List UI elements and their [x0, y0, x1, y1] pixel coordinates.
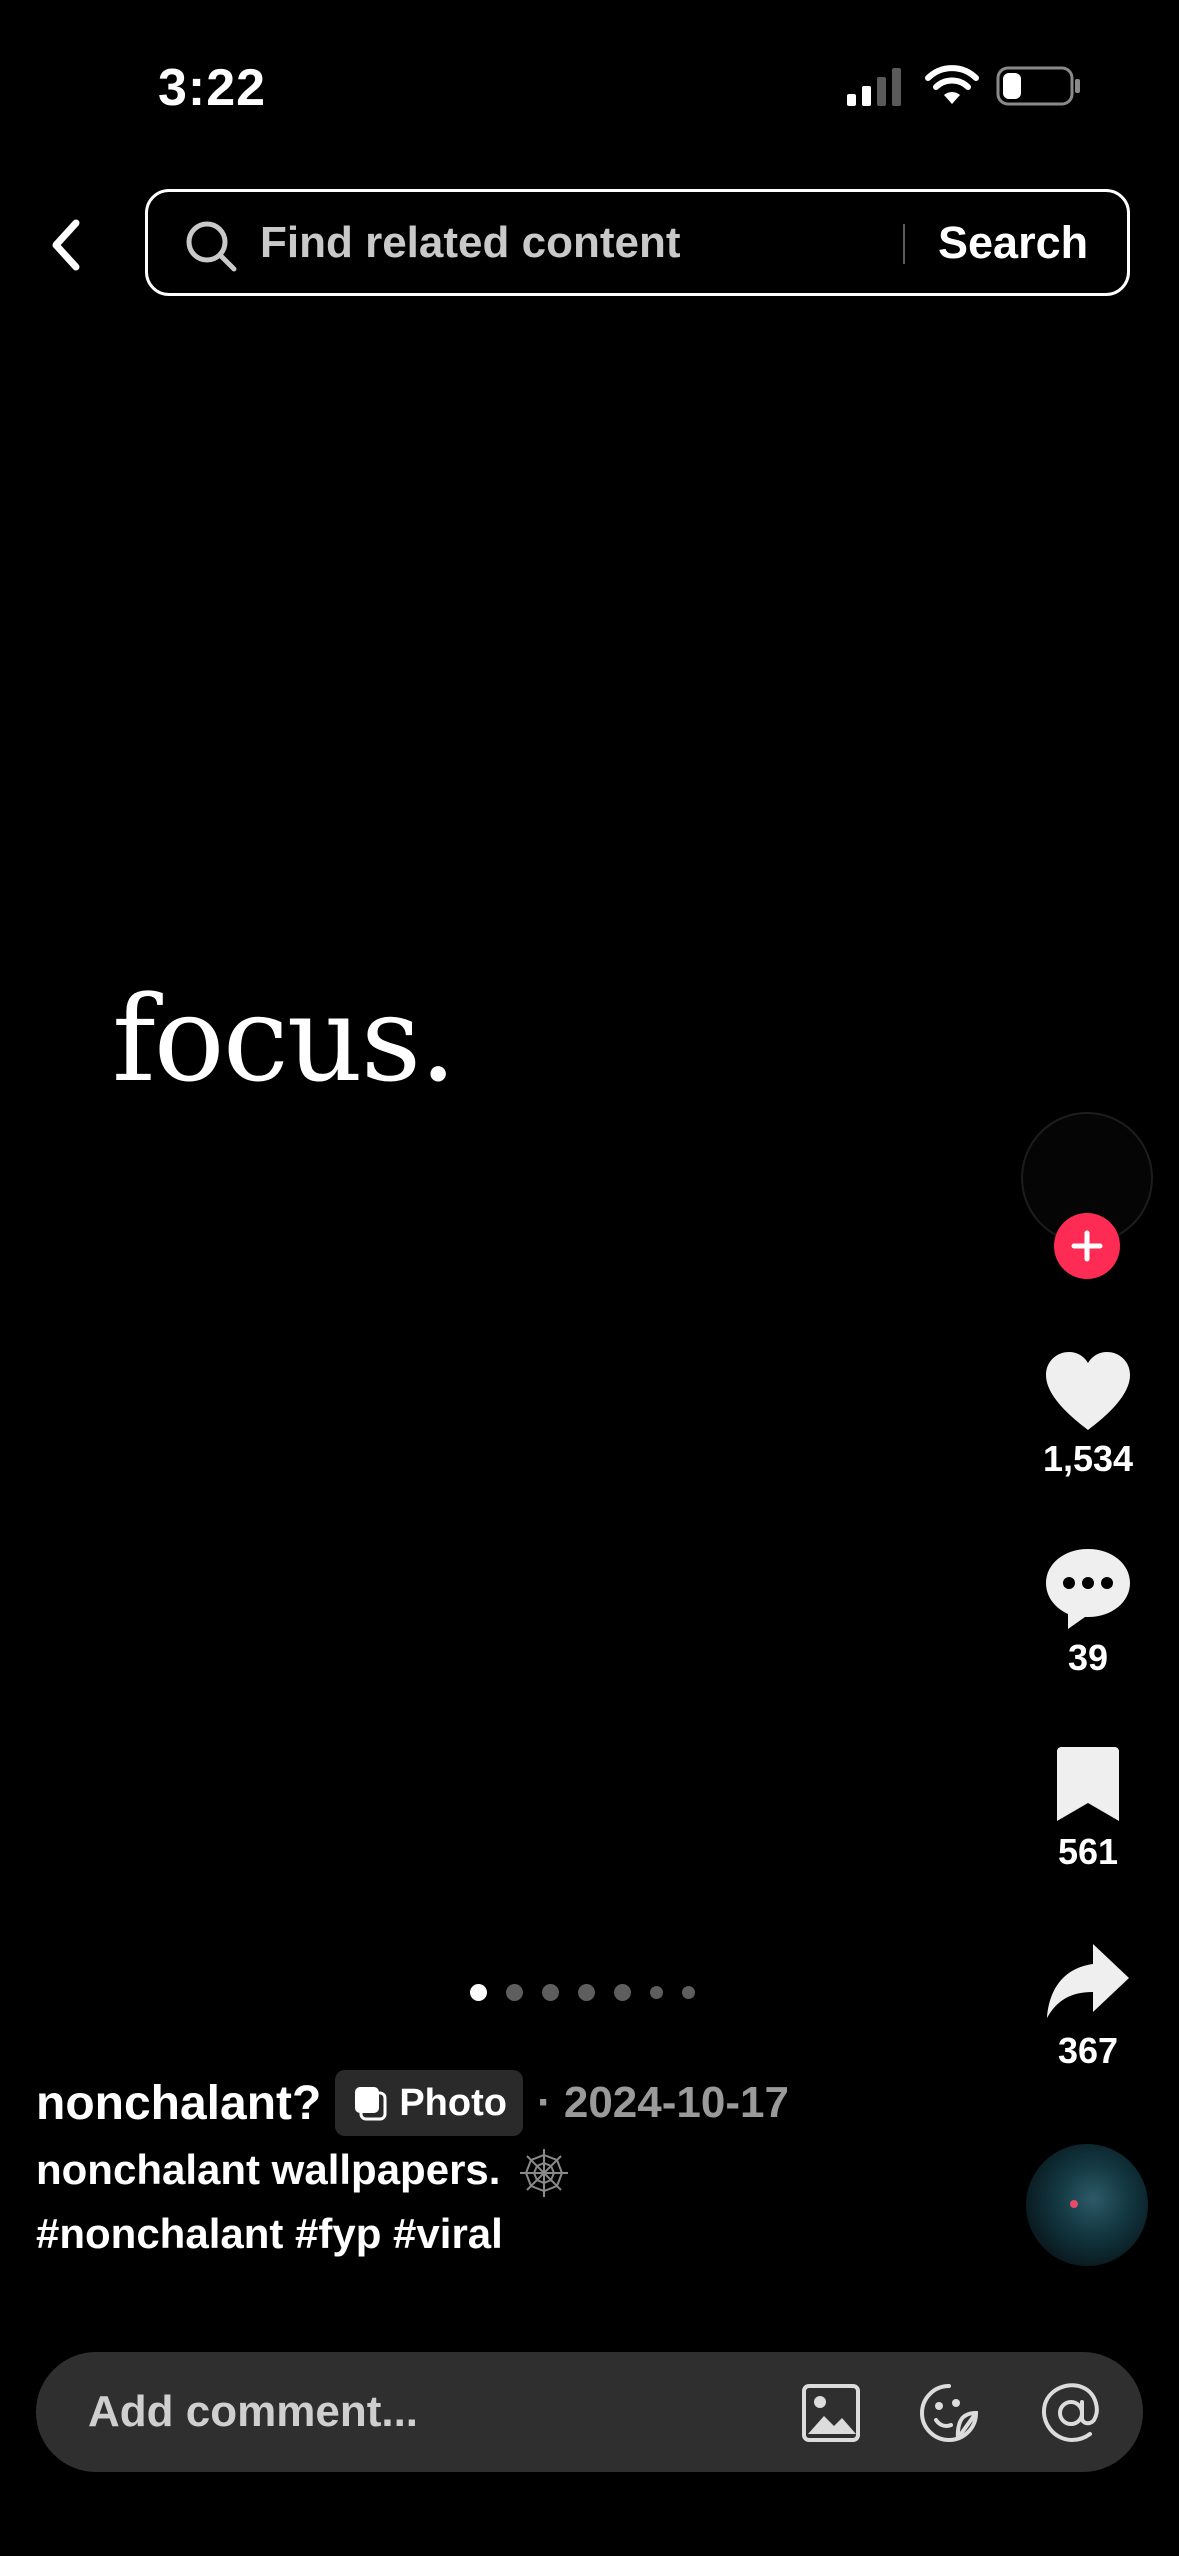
post-hashtags[interactable]: #nonchalant #fyp #viral	[36, 2202, 996, 2266]
search-box[interactable]: Find related content Search	[145, 189, 1130, 296]
search-divider	[903, 224, 905, 264]
slide-dot	[506, 1983, 523, 2001]
slide-dot	[578, 1983, 595, 2001]
plus-icon	[1071, 1230, 1103, 1262]
share-arrow-icon	[1047, 1944, 1129, 2018]
bookmark-button[interactable]: 561	[1020, 1745, 1156, 1873]
battery-icon	[996, 66, 1080, 106]
like-count: 1,534	[1042, 1438, 1134, 1479]
post-description: nonchalant wallpapers.	[36, 2138, 996, 2202]
slide-dot	[614, 1983, 631, 2001]
slide-indicator	[470, 1982, 695, 2002]
comment-bar[interactable]: Add comment...	[36, 2352, 1143, 2472]
share-button[interactable]: 367	[1020, 1940, 1156, 2072]
photo-slide[interactable]	[0, 320, 1179, 1960]
comment-bubble-icon	[1046, 1549, 1130, 1629]
slide-dot	[650, 1985, 663, 1999]
sticker-icon[interactable]	[918, 2382, 980, 2444]
back-chevron-icon	[52, 219, 80, 271]
share-count: 367	[1057, 2030, 1119, 2071]
post-caption: nonchalant? Photo · 2024-10-17 nonchalan…	[36, 2068, 996, 2266]
bookmark-count: 561	[1057, 1831, 1119, 1872]
comment-count: 39	[1067, 1637, 1109, 1678]
status-time: 3:22	[158, 59, 267, 117]
post-date: · 2024-10-17	[536, 2078, 789, 2127]
photo-text: focus.	[112, 970, 457, 1108]
mention-icon[interactable]	[1040, 2382, 1102, 2444]
status-bar: 3:22	[0, 0, 1179, 175]
follow-button[interactable]	[1054, 1213, 1120, 1279]
comment-button[interactable]: 39	[1020, 1545, 1156, 1679]
image-icon[interactable]	[800, 2382, 862, 2444]
slide-dot	[682, 1985, 695, 1999]
search-button[interactable]: Search	[938, 192, 1088, 293]
wifi-icon	[925, 65, 979, 104]
bookmark-icon	[1057, 1747, 1119, 1821]
back-button[interactable]	[34, 205, 98, 285]
search-icon	[186, 221, 237, 272]
slide-dot	[542, 1983, 559, 2001]
search-input[interactable]: Find related content	[260, 192, 900, 293]
description-text: nonchalant wallpapers.	[36, 2146, 501, 2193]
author-row: nonchalant? Photo · 2024-10-17	[36, 2068, 996, 2138]
spider-web-emoji-icon	[520, 2148, 569, 2197]
comment-input[interactable]: Add comment...	[88, 2352, 418, 2472]
slide-dot-active	[470, 1983, 487, 2001]
cell-signal-icon	[847, 68, 901, 106]
heart-icon	[1046, 1352, 1130, 1430]
photo-stack-icon	[355, 2087, 387, 2121]
photo-badge-label: Photo	[399, 2081, 507, 2124]
author-name[interactable]: nonchalant?	[36, 2076, 321, 2131]
photo-badge: Photo	[335, 2070, 523, 2136]
like-button[interactable]: 1,534	[1020, 1350, 1156, 1480]
sound-disc[interactable]	[1026, 2144, 1148, 2266]
